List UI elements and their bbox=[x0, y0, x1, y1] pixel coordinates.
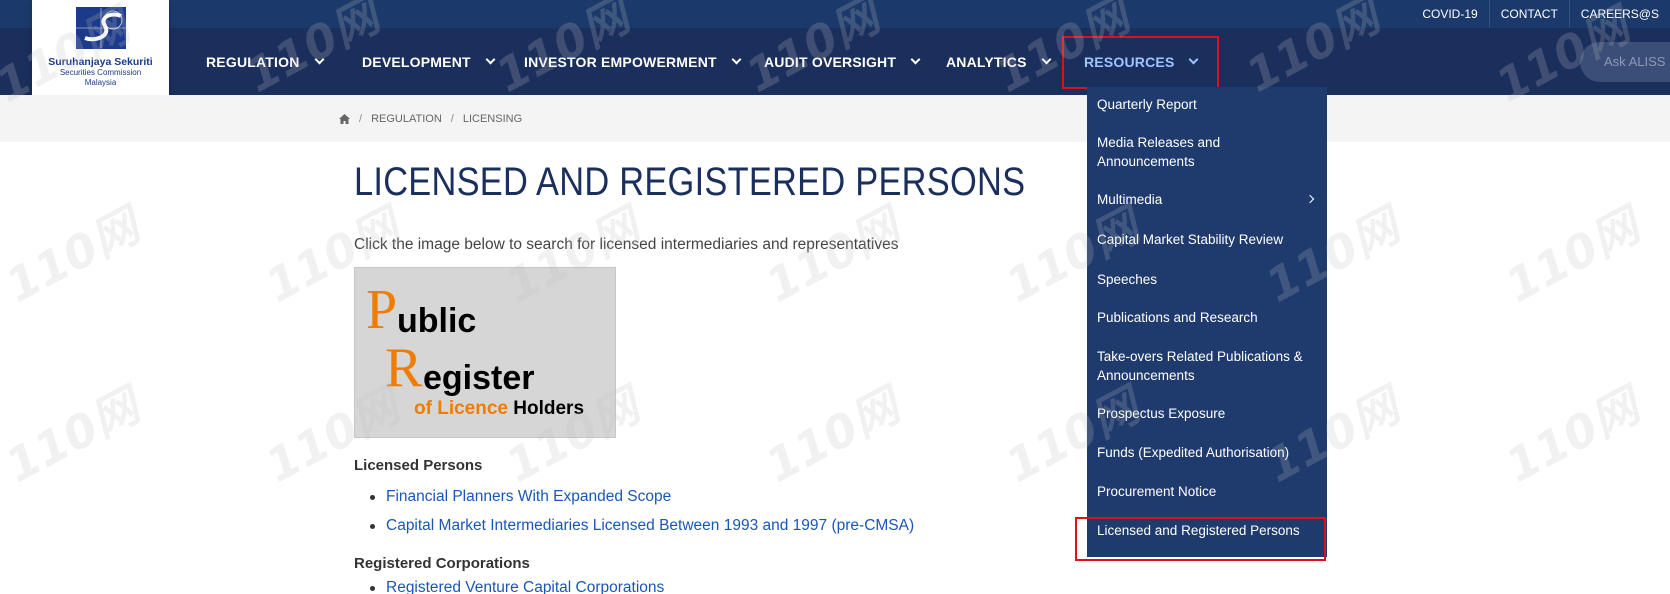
register-of-licence: of Licence bbox=[414, 398, 508, 419]
chevron-down-icon bbox=[1041, 54, 1052, 65]
nav-audit-oversight[interactable]: AUDIT OVERSIGHT bbox=[764, 28, 921, 95]
register-r-rest: egister bbox=[423, 359, 535, 397]
nav-development-label: DEVELOPMENT bbox=[362, 53, 471, 70]
nav-investor-empowerment[interactable]: INVESTOR EMPOWERMENT bbox=[524, 28, 742, 95]
resources-dropdown-menu: Quarterly Report Media Releases and Anno… bbox=[1087, 87, 1327, 557]
watermark: 110网 bbox=[757, 378, 908, 493]
register-p-rest: ublic bbox=[397, 302, 477, 340]
chevron-right-icon bbox=[1305, 194, 1315, 204]
licensed-persons-heading: Licensed Persons bbox=[354, 457, 483, 474]
chevron-down-icon bbox=[485, 54, 496, 65]
menu-item-speeches[interactable]: Speeches bbox=[1097, 270, 1319, 289]
menu-item-takeovers[interactable]: Take-overs Related Publications & Announ… bbox=[1097, 347, 1319, 385]
chevron-down-icon bbox=[314, 54, 324, 65]
careers-link[interactable]: CAREERS@S bbox=[1568, 0, 1670, 28]
watermark: 110网 bbox=[1497, 378, 1648, 493]
chevron-down-icon bbox=[731, 54, 742, 65]
sc-logo[interactable]: Suruhanjaya Sekuriti Securities Commissi… bbox=[32, 0, 169, 102]
menu-item-media-releases[interactable]: Media Releases and Announcements bbox=[1097, 133, 1319, 171]
intro-text: Click the image below to search for lice… bbox=[354, 236, 899, 253]
breadcrumb-licensing: LICENSING bbox=[462, 112, 523, 125]
covid-link[interactable]: COVID-19 bbox=[1411, 0, 1488, 28]
menu-item-multimedia[interactable]: Multimedia bbox=[1097, 190, 1319, 209]
menu-item-capital-market-stability[interactable]: Capital Market Stability Review bbox=[1097, 230, 1319, 249]
nav-regulation-label: REGULATION bbox=[206, 53, 300, 70]
licensed-persons-list: Financial Planners With Expanded Scope C… bbox=[368, 486, 914, 544]
breadcrumb-bar bbox=[0, 95, 1670, 142]
logo-line-2: Securities Commission bbox=[59, 68, 142, 77]
nav-regulation[interactable]: REGULATION bbox=[206, 28, 324, 95]
registered-corporations-list: Registered Venture Capital Corporations bbox=[368, 577, 664, 594]
list-item[interactable]: Financial Planners With Expanded Scope bbox=[368, 486, 914, 515]
sc-emblem-icon bbox=[75, 7, 126, 49]
watermark: 110网 bbox=[0, 198, 148, 313]
breadcrumb-separator: / bbox=[359, 112, 363, 125]
nav-investor-empowerment-label: INVESTOR EMPOWERMENT bbox=[524, 53, 717, 70]
page-title: LICENSED AND REGISTERED PERSONS bbox=[354, 160, 1026, 204]
menu-item-quarterly-report[interactable]: Quarterly Report bbox=[1097, 95, 1319, 114]
top-links: COVID-19 CONTACT CAREERS@S bbox=[1411, 0, 1670, 28]
home-icon[interactable] bbox=[339, 113, 350, 124]
watermark: 110网 bbox=[0, 378, 148, 493]
nav-development[interactable]: DEVELOPMENT bbox=[362, 28, 496, 95]
chevron-down-icon bbox=[910, 54, 921, 65]
menu-item-publications[interactable]: Publications and Research bbox=[1097, 308, 1319, 327]
main-nav: REGULATION DEVELOPMENT INVESTOR EMPOWERM… bbox=[0, 28, 1670, 95]
menu-item-procurement-notice[interactable]: Procurement Notice bbox=[1097, 482, 1319, 501]
list-item[interactable]: Capital Market Intermediaries Licensed B… bbox=[368, 515, 914, 544]
public-register-image[interactable]: P ublic R egister of Licence Holders bbox=[354, 267, 616, 438]
nav-audit-oversight-label: AUDIT OVERSIGHT bbox=[764, 53, 897, 70]
registered-corporations-heading: Registered Corporations bbox=[354, 555, 530, 572]
menu-item-prospectus-exposure[interactable]: Prospectus Exposure bbox=[1097, 404, 1319, 423]
resources-highlight-box bbox=[1062, 36, 1219, 89]
licensed-persons-highlight-box bbox=[1075, 517, 1326, 561]
logo-line-1: Suruhanjaya Sekuriti bbox=[48, 56, 153, 68]
list-item[interactable]: Registered Venture Capital Corporations bbox=[368, 577, 664, 594]
logo-line-3: Malaysia bbox=[84, 78, 117, 87]
menu-item-multimedia-label: Multimedia bbox=[1097, 192, 1163, 207]
register-r-letter: R bbox=[385, 337, 423, 399]
register-holders: Holders bbox=[513, 398, 585, 419]
register-subtitle: of Licence Holders bbox=[414, 398, 584, 420]
menu-item-funds[interactable]: Funds (Expedited Authorisation) bbox=[1097, 443, 1319, 462]
breadcrumb-separator: / bbox=[450, 112, 454, 125]
contact-link[interactable]: CONTACT bbox=[1488, 0, 1569, 28]
breadcrumb: / REGULATION / LICENSING bbox=[339, 95, 522, 142]
ask-aliss-input[interactable]: Ask ALISS bbox=[1580, 42, 1670, 82]
register-p-letter: P bbox=[366, 279, 398, 341]
watermark: 110网 bbox=[1497, 198, 1648, 313]
nav-analytics[interactable]: ANALYTICS bbox=[946, 28, 1052, 95]
nav-analytics-label: ANALYTICS bbox=[946, 53, 1027, 70]
breadcrumb-regulation[interactable]: REGULATION bbox=[371, 113, 442, 125]
